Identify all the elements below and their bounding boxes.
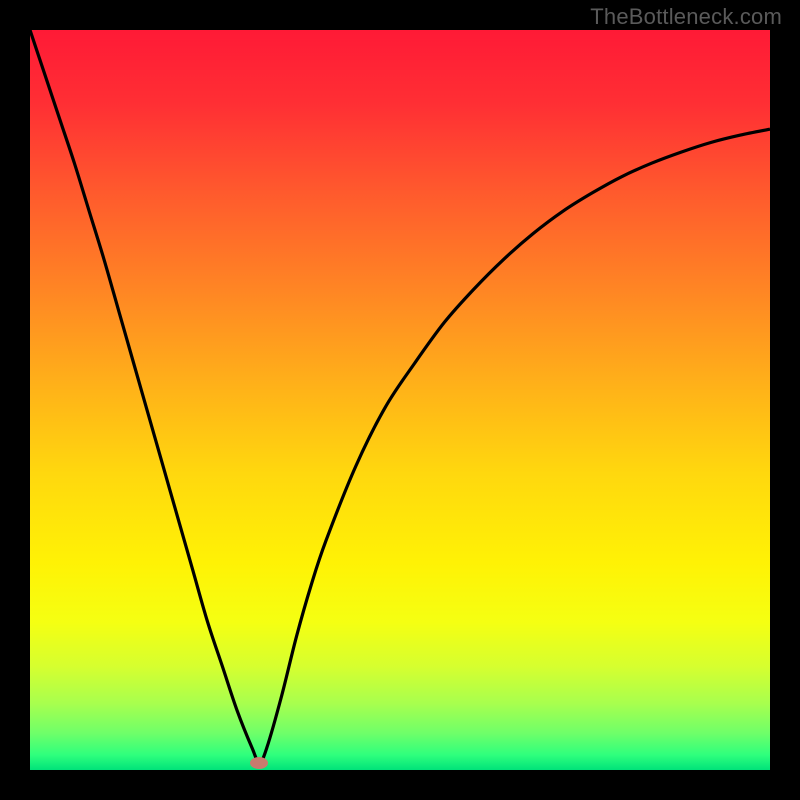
optimal-point-marker <box>250 757 268 769</box>
chart-frame: TheBottleneck.com <box>0 0 800 800</box>
watermark-text: TheBottleneck.com <box>590 4 782 30</box>
curve-path <box>30 30 770 763</box>
bottleneck-curve <box>30 30 770 770</box>
plot-area <box>30 30 770 770</box>
